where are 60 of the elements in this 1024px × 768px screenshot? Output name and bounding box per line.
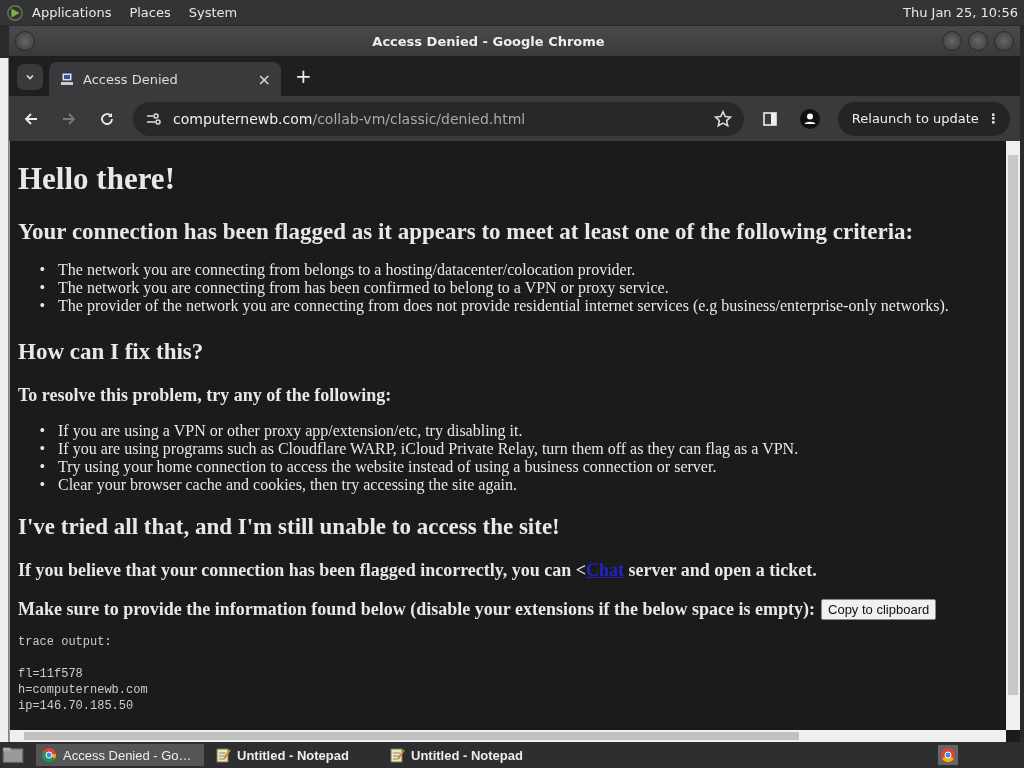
criteria-item: The network you are connecting from has been confirmed to belong to a VPN or proxy service. [58,279,669,297]
info-text: Make sure to provide the information found below (disable your extensions if the below space is empty): [18,599,815,620]
profile-icon[interactable] [799,108,820,129]
relaunch-button[interactable]: Relaunch to update ⋮ [837,101,1010,136]
maximize-button[interactable] [968,31,988,51]
chevron-down-icon [25,72,35,82]
computer-icon [59,71,75,87]
criteria-item: The provider of the network you are connecting from does not provide residential internet services (e.g business/enterprise-only networks). [58,297,949,315]
fix-item: Clear your browser cache and cookies, then try accessing the site again. [58,476,517,494]
trace-line: ip=146.70.185.50 [18,698,134,714]
trace-heading: trace output: [18,634,112,650]
trace-line: h=computernewb.com [18,682,148,698]
clock: Thu Jan 25, 10:56 [903,5,1018,20]
page-title: Hello there! [18,161,176,197]
criteria-item: The network you are connecting from belongs to a hosting/datacenter/colocation provider. [58,261,636,279]
side-panel-icon[interactable] [761,110,778,127]
section-heading: I've tried all that, and I'm still unable to access the site! [18,514,561,540]
chrome-icon[interactable] [938,745,958,765]
fix-item: If you are using programs such as Cloudflare WARP, iCloud Private Relay, turn them off as they can flag as a VPN. [58,440,799,458]
bullet: • [38,279,46,297]
address-bar[interactable]: computernewb.com/collab-vm/classic/denied.html [133,101,744,136]
horizontal-scrollbar[interactable] [10,730,1006,742]
browser-tab[interactable]: Access Denied × [49,62,281,96]
bullet: • [38,422,46,440]
close-button[interactable] [994,31,1014,51]
panel-menu[interactable]: System [188,5,238,20]
notepad-icon [389,747,405,763]
bookmark-star-icon[interactable] [713,109,732,128]
fix-item: Try using your home connection to access the website instead of using a business connection or server. [58,458,717,476]
window-menu-icon[interactable] [15,31,35,51]
bullet: • [38,476,46,494]
bullet: • [38,440,46,458]
new-tab-icon[interactable]: + [295,64,312,88]
bullet: • [38,458,46,476]
logo-icon[interactable] [6,3,24,22]
window-title: Access Denied - Google Chrome [371,33,606,49]
copy-button[interactable]: Copy to clipboard [821,599,937,620]
notepad-icon [215,747,231,763]
section-heading: Your connection has been flagged as it appears to meet at least one of the following criteria: [18,219,915,245]
taskbar-item[interactable]: Access Denied - Go… [36,744,204,766]
bullet: • [38,297,46,315]
tab-search-button[interactable] [17,64,43,90]
fix-item: If you are using a VPN or other proxy app/extension/etc, try disabling it. [58,422,523,440]
panel-menu[interactable]: Applications [32,5,112,20]
back-icon[interactable] [23,110,39,127]
forward-icon[interactable] [61,110,77,127]
minimize-button[interactable] [942,31,962,51]
close-tab-icon[interactable]: × [257,69,271,89]
chrome-icon [41,747,57,763]
section-heading: How can I fix this? [18,339,205,365]
trace-line: fl=11f578 [18,666,83,682]
taskbar-item[interactable]: Untitled - Notepad [384,744,552,766]
reload-icon[interactable] [99,110,115,127]
show-desktop-icon[interactable] [2,746,24,764]
taskbar-item[interactable]: Untitled - Notepad [210,744,378,766]
subheading: To resolve this problem, try any of the following: [18,385,393,406]
site-settings-icon[interactable] [145,110,161,127]
panel-menu[interactable]: Places [129,5,171,20]
bullet: • [38,261,46,279]
vertical-scrollbar[interactable] [1006,141,1020,730]
